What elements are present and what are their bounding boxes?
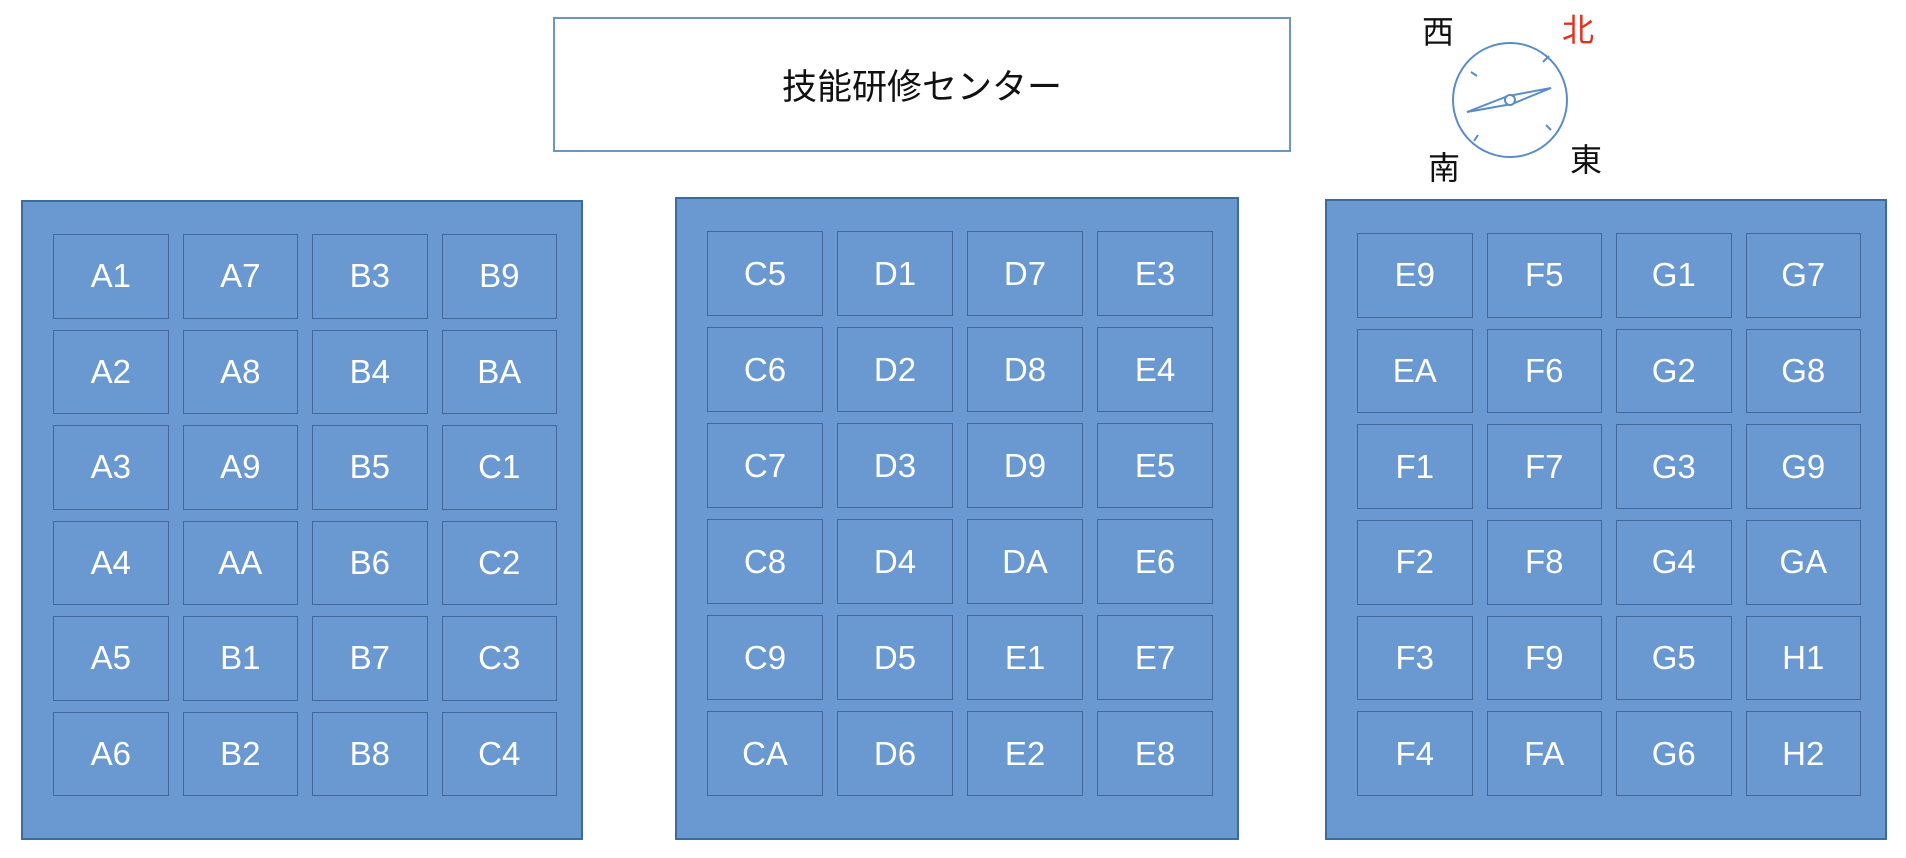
room-cell: F7 [1486,424,1602,509]
room-cell: D3 [837,423,953,508]
room-block-east: E9 F5 G1 G7 EA F6 G2 G8 F1 F7 G3 G9 F2 F8 G4 GA F3 F9 G5 H1… [1325,199,1887,840]
room-cell: G9 [1745,424,1861,509]
room-cell: B9 [441,234,557,319]
room-cell: G6 [1616,711,1732,796]
room-cell: E7 [1097,615,1213,700]
room-cell: F2 [1357,519,1473,605]
room-cell: F9 [1486,615,1602,701]
room-cell: D5 [837,615,953,700]
room-cell: A4 [53,520,169,605]
room-cell: G3 [1616,424,1732,509]
title-box: 技能研修センター [553,17,1291,152]
room-cell: B2 [182,711,298,796]
room-cell: F3 [1357,615,1473,701]
room-cell: F5 [1486,233,1602,318]
room-cell: B8 [312,711,428,796]
room-cell: C9 [707,615,823,700]
room-cell: G4 [1616,519,1732,605]
room-cell: C5 [707,231,823,316]
room-cell: C3 [441,616,557,701]
room-cell: E2 [967,711,1083,796]
room-cell: A7 [182,234,298,319]
room-cell: B4 [312,329,428,414]
room-cell: A1 [53,234,169,319]
room-cell: A3 [53,425,169,510]
room-cell: D9 [967,423,1083,508]
room-grid: A1 A7 B3 B9 A2 A8 B4 BA A3 A9 B5 C1 A4 AA B6 C2 A5 B1 B7 C3… [53,234,557,796]
room-cell: FA [1486,711,1602,796]
room-cell: C1 [441,425,557,510]
room-cell: D7 [967,231,1083,316]
compass-east-label: 東 [1570,141,1603,179]
room-cell: C7 [707,423,823,508]
room-cell: A9 [182,425,298,510]
room-cell: DA [967,519,1083,604]
room-cell: D2 [837,327,953,412]
room-cell: G7 [1745,233,1861,318]
room-cell: B1 [182,616,298,701]
room-cell: G2 [1616,328,1732,414]
room-cell: A5 [53,616,169,701]
room-cell: B7 [312,616,428,701]
room-cell: E3 [1097,231,1213,316]
room-cell: D8 [967,327,1083,412]
room-cell: G1 [1616,233,1732,318]
room-cell: A6 [53,711,169,796]
room-cell: F8 [1486,519,1602,605]
room-cell: C8 [707,519,823,604]
room-grid: E9 F5 G1 G7 EA F6 G2 G8 F1 F7 G3 G9 F2 F8 G4 GA F3 F9 G5 H1… [1357,233,1861,796]
room-cell: A8 [182,329,298,414]
room-cell: A2 [53,329,169,414]
room-cell: E1 [967,615,1083,700]
room-cell: E6 [1097,519,1213,604]
room-cell: C6 [707,327,823,412]
room-cell: F6 [1486,328,1602,414]
room-cell: C4 [441,711,557,796]
room-cell: G5 [1616,615,1732,701]
room-cell: AA [182,520,298,605]
room-cell: B3 [312,234,428,319]
room-block-west: A1 A7 B3 B9 A2 A8 B4 BA A3 A9 B5 C1 A4 AA B6 C2 A5 B1 B7 C3… [21,200,583,840]
room-block-center: C5 D1 D7 E3 C6 D2 D8 E4 C7 D3 D9 E5 C8 D4 DA E6 C9 D5 E1 E7… [675,197,1239,840]
room-cell: BA [441,329,557,414]
room-cell: G8 [1745,328,1861,414]
room-cell: D1 [837,231,953,316]
room-cell: GA [1745,519,1861,605]
room-cell: H1 [1745,615,1861,701]
room-grid: C5 D1 D7 E3 C6 D2 D8 E4 C7 D3 D9 E5 C8 D4 DA E6 C9 D5 E1 E7… [707,231,1213,796]
room-cell: E8 [1097,711,1213,796]
room-cell: F4 [1357,711,1473,796]
room-cell: E4 [1097,327,1213,412]
page-title: 技能研修センター [781,68,1062,108]
room-cell: E5 [1097,423,1213,508]
room-cell: F1 [1357,424,1473,509]
room-cell: B6 [312,520,428,605]
room-cell: D6 [837,711,953,796]
room-cell: D4 [837,519,953,604]
room-cell: H2 [1745,711,1861,796]
room-cell: E9 [1357,233,1473,318]
room-cell: B5 [312,425,428,510]
room-cell: EA [1357,328,1473,414]
room-cell: CA [707,711,823,796]
compass-icon [1452,42,1568,158]
room-cell: C2 [441,520,557,605]
